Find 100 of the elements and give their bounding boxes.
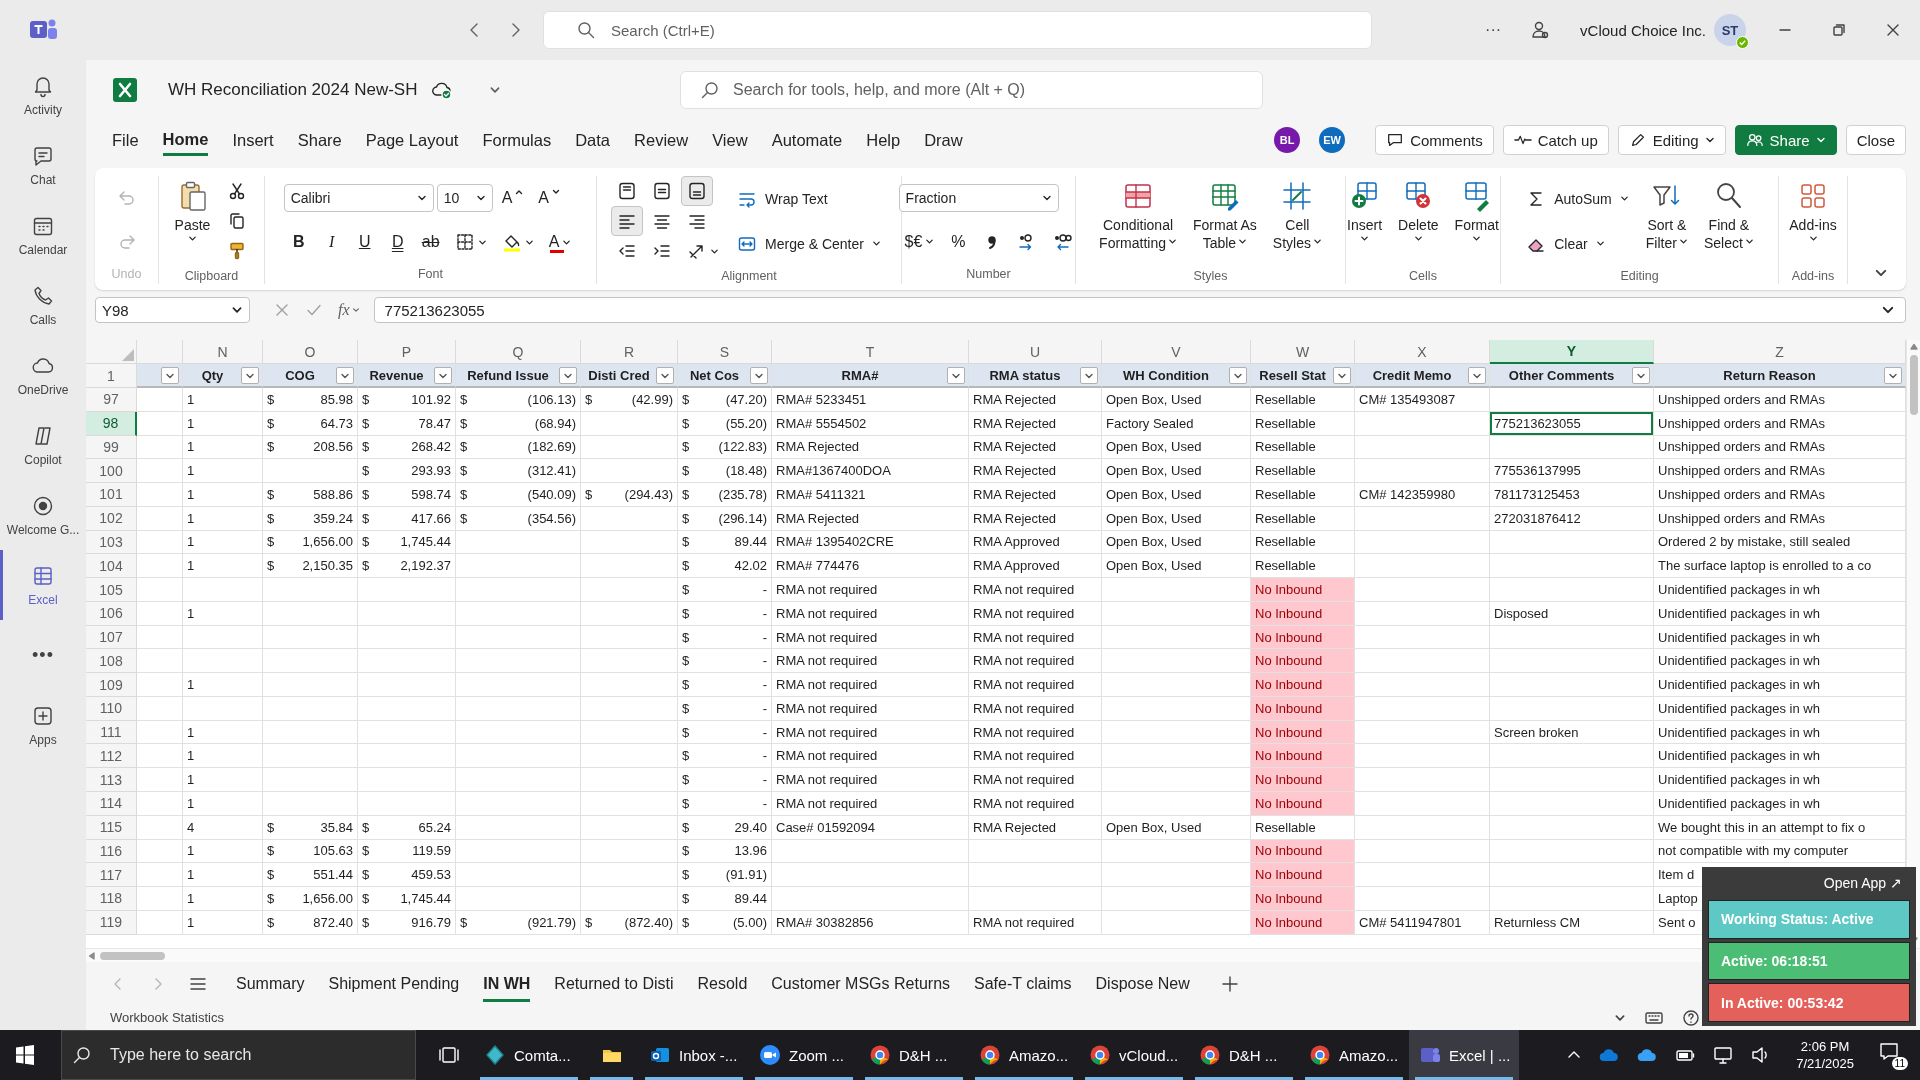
column-header[interactable]: X [1355,340,1490,364]
menu-tab[interactable]: Draw [912,123,975,157]
clear-button[interactable]: Clear [1520,228,1611,259]
row-header[interactable]: 101 [86,483,137,507]
insert-cells-button[interactable]: Insert [1342,176,1388,266]
filter-button[interactable] [241,367,259,384]
taskbar-app[interactable]: Amazo... [1299,1030,1409,1080]
sheet-tab[interactable]: Customer MSGs Returns [759,962,963,1005]
taskbar-app[interactable]: Comta... [474,1030,584,1080]
rail-item[interactable]: Calendar [0,200,86,270]
menu-tab[interactable]: Share [285,123,354,157]
column-header[interactable]: Y [1490,340,1654,364]
user-avatar[interactable]: ST [1714,14,1746,46]
column-header[interactable]: V [1102,340,1251,364]
cell-styles-button[interactable]: Cell Styles [1267,176,1327,266]
row-header[interactable]: 110 [86,696,137,721]
row-header[interactable]: 100 [86,459,137,484]
font-color-button[interactable]: A [542,227,578,257]
sheet-tab[interactable]: Summary [224,962,317,1005]
format-cells-button[interactable]: Format [1449,176,1504,266]
row-header[interactable]: 108 [86,649,137,674]
filter-button[interactable] [1632,367,1650,384]
taskbar-app[interactable]: Excel | ... [1409,1030,1519,1080]
rail-item[interactable]: Apps [0,690,86,760]
column-header[interactable]: O [263,340,358,364]
rail-item[interactable]: Copilot [0,410,86,480]
row-header[interactable]: 97 [86,388,137,412]
taskbar-app[interactable]: Amazo... [969,1030,1079,1080]
taskbar-app[interactable]: Inbox -... [639,1030,749,1080]
header-button[interactable]: Editing [1617,125,1726,155]
formula-field[interactable]: 775213623055 [373,297,1906,323]
percent-button[interactable]: % [943,226,974,257]
row-header[interactable]: 1 [86,364,137,388]
paste-button[interactable]: Paste [169,176,216,266]
shrink-font-button[interactable]: A [532,183,566,213]
rail-item[interactable]: Welcome G... [0,480,86,550]
menu-tab[interactable]: Help [854,123,913,157]
row-header[interactable]: 116 [86,839,137,864]
collaborator-avatar[interactable]: EW [1319,127,1346,153]
number-format-field[interactable]: Fraction [898,183,1059,212]
find-select-button[interactable]: Find & Select [1698,176,1759,266]
format-as-table-button[interactable]: Format As Table [1188,176,1262,266]
sheet-tab[interactable]: Safe-T claims [962,962,1084,1005]
filter-button[interactable] [656,367,674,384]
filter-button[interactable] [1080,367,1098,384]
column-header[interactable]: W [1251,340,1355,364]
taskbar-app[interactable]: D&H ... [859,1030,969,1080]
insert-function-button[interactable]: fx [338,301,360,319]
taskbar-search-field[interactable]: Type here to search [61,1030,416,1080]
sheet-tab[interactable]: Dispose New [1083,962,1202,1005]
font-size-field[interactable]: 10 [436,184,493,212]
sheet-tab[interactable]: Shipment Pending [316,962,472,1005]
menu-tab[interactable]: Insert [220,123,286,157]
more-apps-button[interactable]: ••• [0,620,86,690]
menu-tab[interactable]: Data [563,123,623,157]
row-header[interactable]: 104 [86,554,137,579]
row-header[interactable]: 107 [86,625,137,650]
more-button[interactable]: ··· [1473,21,1514,39]
name-box[interactable]: Y98 [95,297,250,323]
menu-tab[interactable]: File [100,123,151,157]
notifications-button[interactable]: 11 [1878,1040,1908,1070]
filter-button[interactable] [336,367,354,384]
column-header[interactable]: N [183,340,263,364]
add-ins-button[interactable]: Add-ins [1784,176,1842,266]
font-name-field[interactable]: Calibri [283,184,434,212]
filter-button[interactable] [1884,367,1902,384]
search-field[interactable]: Search (Ctrl+E) [543,11,1372,49]
autosum-button[interactable]: AutoSum [1520,183,1635,214]
row-header[interactable]: 109 [86,673,137,697]
menu-tab[interactable]: Home [150,123,221,157]
delete-cells-button[interactable]: Delete [1393,176,1444,266]
filter-button[interactable] [1229,367,1247,384]
filter-button[interactable] [750,367,768,384]
column-header[interactable]: U [969,340,1102,364]
help-button[interactable] [1682,1008,1700,1027]
menu-tab[interactable]: Automate [759,123,855,157]
row-header[interactable]: 99 [86,435,137,460]
row-header[interactable]: 113 [86,768,137,792]
row-header[interactable]: 118 [86,887,137,911]
collaborator-avatar[interactable]: BL [1274,127,1301,153]
sheet-tab[interactable]: IN WH [471,962,543,1005]
row-header[interactable]: 111 [86,720,137,745]
taskbar-app[interactable]: D&H ... [1189,1030,1299,1080]
row-header[interactable]: 115 [86,815,137,840]
align-bottom-button[interactable] [681,176,714,206]
row-header[interactable]: 117 [86,863,137,888]
taskbar-app[interactable]: Zoom ... [749,1030,859,1080]
filter-button[interactable] [1468,367,1486,384]
header-button[interactable]: Share [1734,125,1837,155]
filter-button[interactable] [559,367,577,384]
row-header[interactable]: 119 [86,910,137,935]
column-header[interactable]: T [772,340,969,364]
row-header[interactable]: 98 [86,411,137,436]
scroll-left-button[interactable] [88,951,96,960]
row-header[interactable]: 114 [86,792,137,816]
rail-item[interactable]: OneDrive [0,340,86,410]
row-header[interactable]: 112 [86,744,137,769]
row-header[interactable]: 105 [86,578,137,602]
strikethrough-button[interactable]: ab [415,227,446,257]
scroll-up-button[interactable] [1909,343,1918,351]
